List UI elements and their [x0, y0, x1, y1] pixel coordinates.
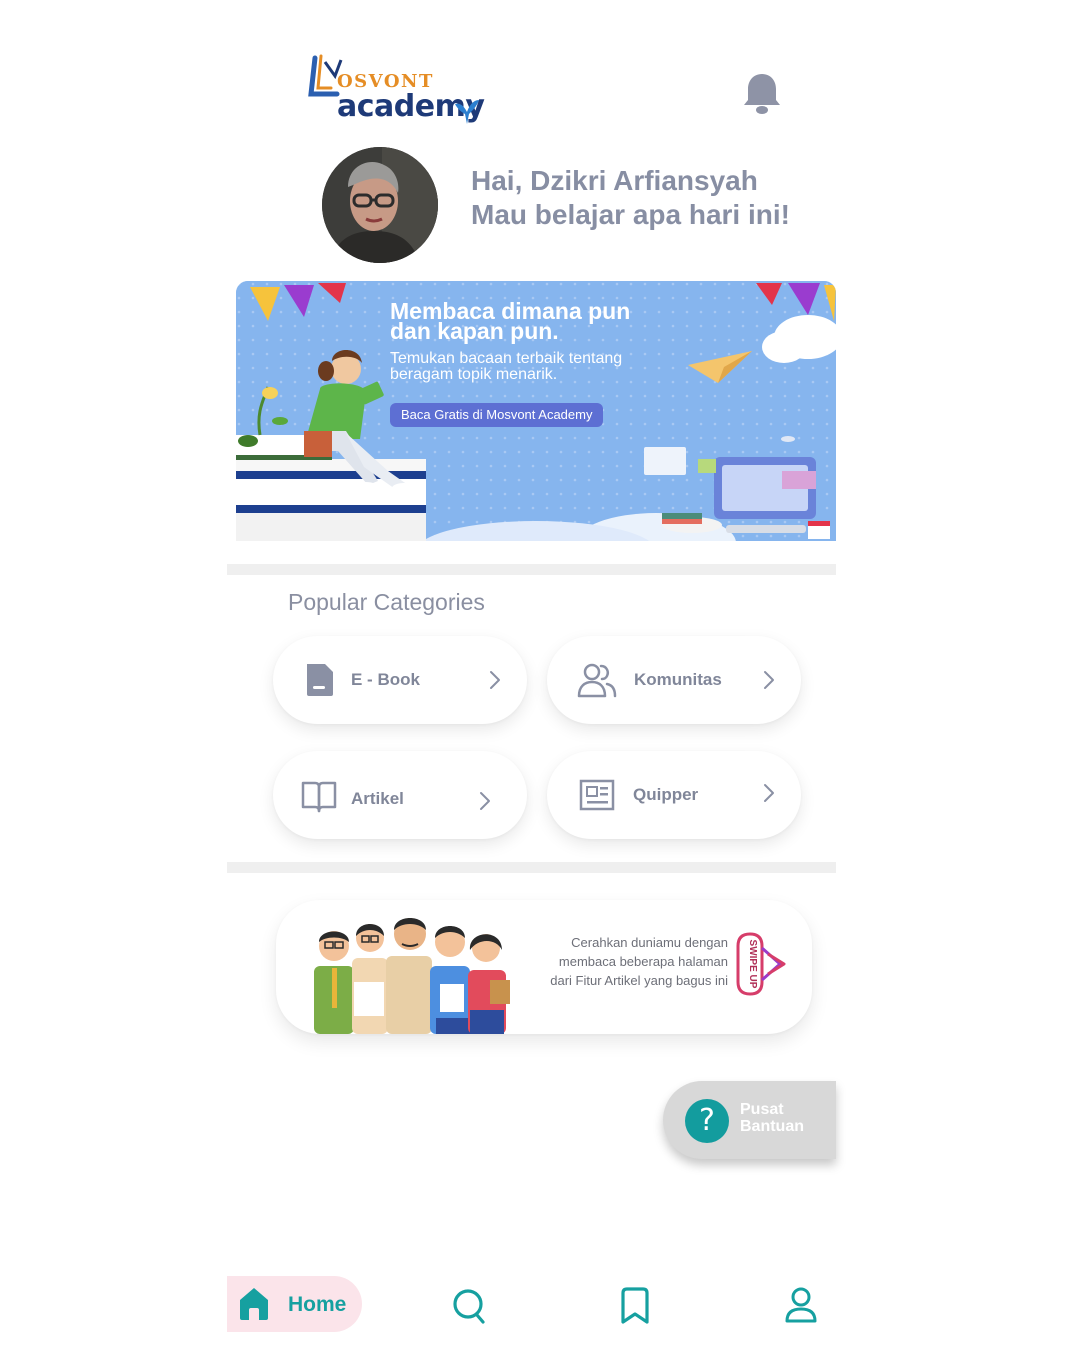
- hero-banner[interactable]: Membaca dimana pun dan kapan pun. Temuka…: [236, 281, 836, 541]
- avatar[interactable]: [322, 147, 438, 263]
- book-open-icon: [301, 781, 337, 813]
- dove-icon: [455, 100, 479, 124]
- swipe-up-label: SWIPE UP: [747, 940, 758, 989]
- promo-line: membaca beberapa halaman: [558, 954, 728, 969]
- category-ebook[interactable]: E - Book: [273, 636, 527, 724]
- greeting-subtitle: Mau belajar apa hari ini!: [471, 199, 790, 230]
- help-label: Pusat Bantuan: [740, 1101, 830, 1135]
- app-logo: OSVONT academy: [307, 52, 487, 132]
- category-label: Quipper: [633, 785, 699, 804]
- section-divider: [227, 564, 836, 575]
- help-question-icon: ?: [685, 1099, 729, 1143]
- help-label-line: Pusat: [740, 1101, 784, 1118]
- promo-line: dari Fitur Artikel yang bagus ini: [550, 973, 728, 988]
- banner-desc-line: beragam topik menarik.: [390, 366, 558, 383]
- category-artikel[interactable]: Artikel: [273, 751, 527, 839]
- banner-desc-line: Temukan bacaan terbaik tentang: [390, 350, 623, 367]
- help-label-line: Bantuan: [740, 1118, 804, 1135]
- avatar-photo: [322, 147, 438, 263]
- newspaper-icon: [579, 779, 615, 811]
- category-label: Komunitas: [634, 670, 722, 689]
- app-screen: OSVONT academy Hai, Dzikri Arfiansyah Ma…: [227, 0, 836, 1350]
- home-icon: [240, 1288, 268, 1320]
- category-label: Artikel: [351, 789, 404, 808]
- promo-text: Cerahkan duniamu dengan membaca beberapa…: [508, 933, 728, 990]
- banner-description: Temukan bacaan terbaik tentang beragam t…: [390, 351, 670, 383]
- chevron-right-icon: [490, 671, 500, 689]
- category-quipper[interactable]: Quipper: [547, 751, 801, 839]
- banner-title-line: dan kapan pun.: [390, 318, 559, 344]
- promo-line: Cerahkan duniamu dengan: [571, 935, 728, 950]
- chevron-right-icon: [764, 671, 774, 689]
- bell-icon[interactable]: [743, 72, 781, 116]
- section-divider: [227, 862, 836, 873]
- banner-title: Membaca dimana pun dan kapan pun.: [390, 300, 690, 344]
- nav-home-label: Home: [288, 1293, 347, 1316]
- users-icon: [577, 663, 617, 698]
- category-komunitas[interactable]: Komunitas: [547, 636, 801, 724]
- search-icon[interactable]: [451, 1287, 487, 1325]
- chevron-right-icon: [764, 784, 774, 802]
- banner-cta-button[interactable]: Baca Gratis di Mosvont Academy: [390, 403, 604, 427]
- people-illustration: [314, 918, 510, 1034]
- file-icon: [307, 664, 333, 696]
- nav-home[interactable]: Home: [227, 1276, 362, 1332]
- greeting-name: Hai, Dzikri Arfiansyah: [471, 165, 758, 196]
- bookmark-icon[interactable]: [617, 1287, 653, 1325]
- section-title-popular-categories: Popular Categories: [288, 589, 485, 615]
- user-icon[interactable]: [783, 1287, 819, 1325]
- chevron-right-icon: [480, 792, 490, 810]
- help-center-button[interactable]: ? Pusat Bantuan: [663, 1081, 836, 1159]
- category-label: E - Book: [351, 670, 420, 689]
- swipe-up-icon[interactable]: SWIPE UP: [732, 928, 788, 1000]
- promo-card[interactable]: Cerahkan duniamu dengan membaca beberapa…: [276, 900, 812, 1034]
